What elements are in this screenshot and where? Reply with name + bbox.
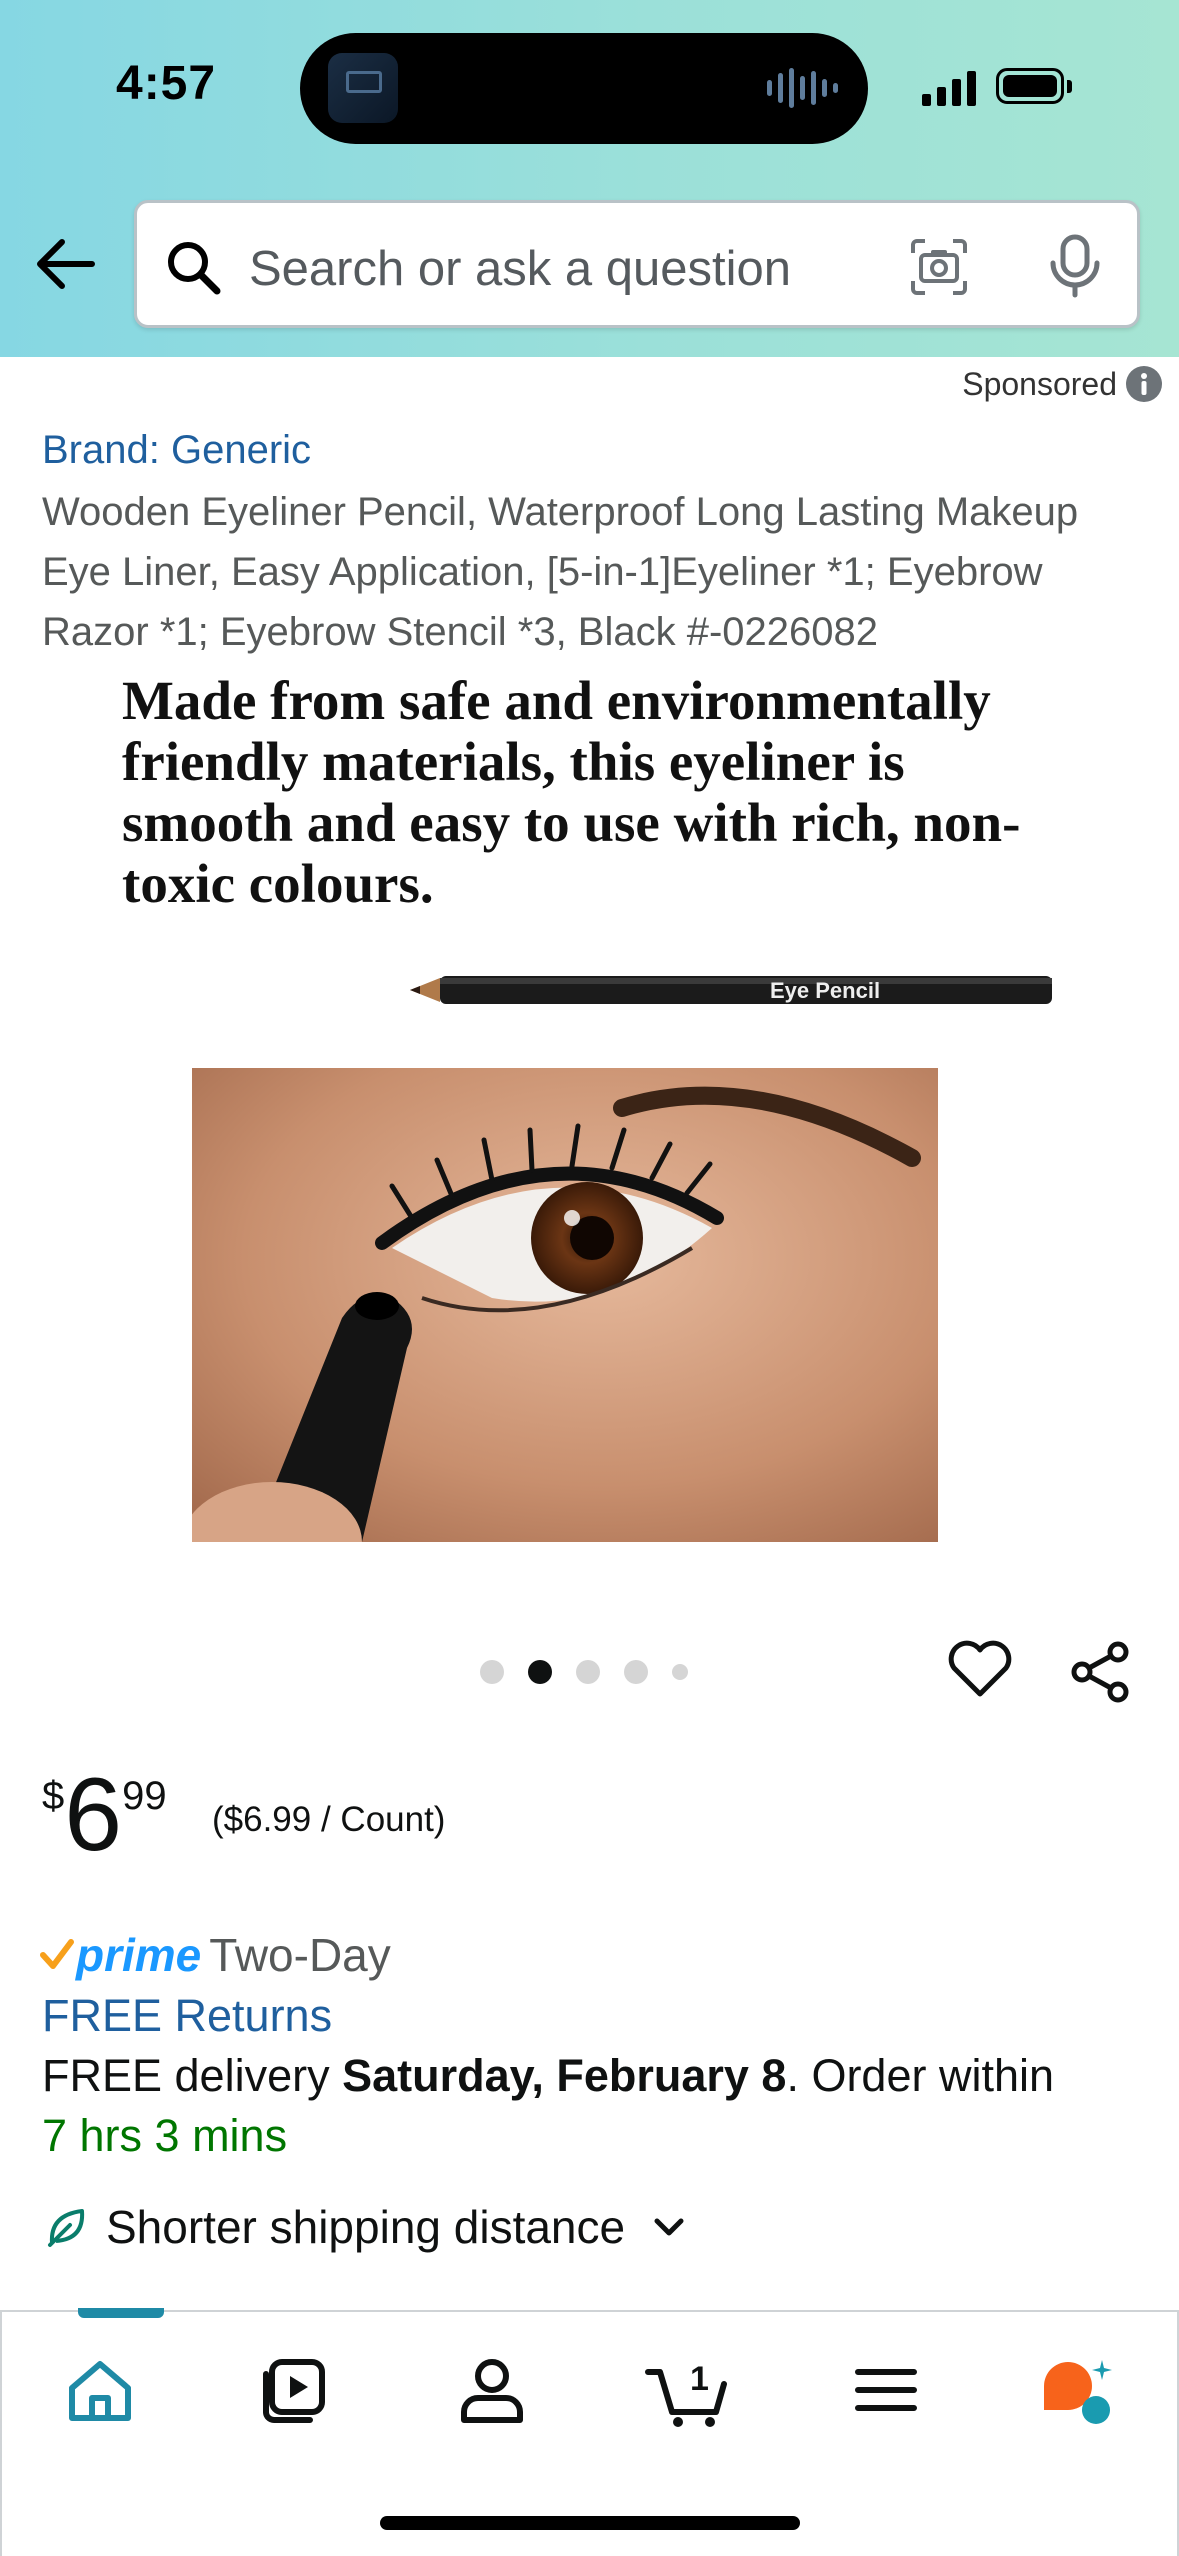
video-icon[interactable] — [254, 2350, 334, 2430]
search-icon — [168, 242, 221, 295]
carousel-dot[interactable] — [672, 1664, 688, 1680]
sponsored-text: Sponsored — [962, 365, 1117, 402]
dynamic-island — [300, 33, 868, 144]
image-caption: Made from safe and environmentally frien… — [122, 670, 1021, 914]
info-icon — [1126, 366, 1162, 402]
chevron-down-icon — [654, 2218, 684, 2236]
image-carousel-dots[interactable] — [480, 1660, 688, 1684]
delivery-suffix: . Order within — [786, 2050, 1055, 2101]
audio-wave-icon — [767, 67, 838, 109]
cart-icon[interactable]: 1 — [644, 2350, 734, 2430]
status-time: 4:57 — [116, 57, 217, 110]
search-input[interactable]: Search or ask a question — [134, 200, 1140, 328]
shipping-note: Shorter shipping distance — [106, 2201, 626, 2253]
prime-check-icon — [40, 1939, 74, 1969]
back-arrow-icon[interactable] — [30, 228, 102, 300]
home-indicator — [380, 2516, 800, 2530]
delivery-info: FREE delivery Saturday, February 8. Orde… — [42, 2050, 1162, 2102]
battery-icon — [996, 68, 1064, 104]
pencil-label: Eye Pencil — [770, 978, 880, 1003]
share-icon[interactable] — [1068, 1640, 1132, 1704]
unit-price: ($6.99 / Count) — [212, 1800, 446, 1839]
battery-cap — [1067, 80, 1072, 93]
price: $ 6 99 — [42, 1760, 167, 1870]
prime-type: Two-Day — [209, 1929, 391, 1981]
carousel-dot[interactable] — [576, 1660, 600, 1684]
island-app-icon — [328, 53, 398, 123]
search-placeholder: Search or ask a question — [249, 242, 792, 296]
brand-link[interactable]: Brand: Generic — [42, 428, 311, 473]
delivery-date: Saturday, February 8 — [342, 2050, 787, 2101]
price-whole: 6 — [64, 1757, 123, 1873]
home-icon[interactable] — [60, 2350, 140, 2430]
price-fraction: 99 — [122, 1774, 167, 1818]
eye-pencil-image: Eye Pencil — [410, 976, 1052, 1004]
carousel-dot[interactable] — [624, 1660, 648, 1684]
prime-badge: prime Two-Day — [40, 1928, 391, 1982]
carousel-dot[interactable] — [480, 1660, 504, 1684]
active-tab-indicator — [78, 2308, 164, 2318]
carousel-dot-active[interactable] — [528, 1660, 552, 1684]
prime-logo-text: prime — [76, 1929, 202, 1981]
microphone-icon[interactable] — [1045, 233, 1105, 299]
free-returns-link[interactable]: FREE Returns — [42, 1990, 332, 2042]
camera-search-icon[interactable] — [907, 235, 971, 299]
cart-count-badge: 1 — [690, 2360, 709, 2398]
eye-photo — [192, 1068, 938, 1542]
menu-icon[interactable] — [846, 2350, 926, 2430]
price-symbol: $ — [42, 1774, 65, 1818]
product-title: Wooden Eyeliner Pencil, Waterproof Long … — [42, 490, 1079, 654]
cellular-signal-icon — [922, 70, 976, 106]
order-countdown: 7 hrs 3 mins — [42, 2110, 288, 2161]
leaf-icon — [48, 2209, 85, 2247]
heart-icon[interactable] — [946, 1638, 1014, 1700]
sponsored-label[interactable]: Sponsored — [962, 365, 1163, 403]
delivery-prefix: FREE delivery — [42, 2050, 343, 2101]
shipping-distance-toggle[interactable]: Shorter shipping distance — [44, 2200, 689, 2254]
person-icon[interactable] — [452, 2350, 532, 2430]
rufus-icon[interactable] — [1038, 2350, 1118, 2430]
